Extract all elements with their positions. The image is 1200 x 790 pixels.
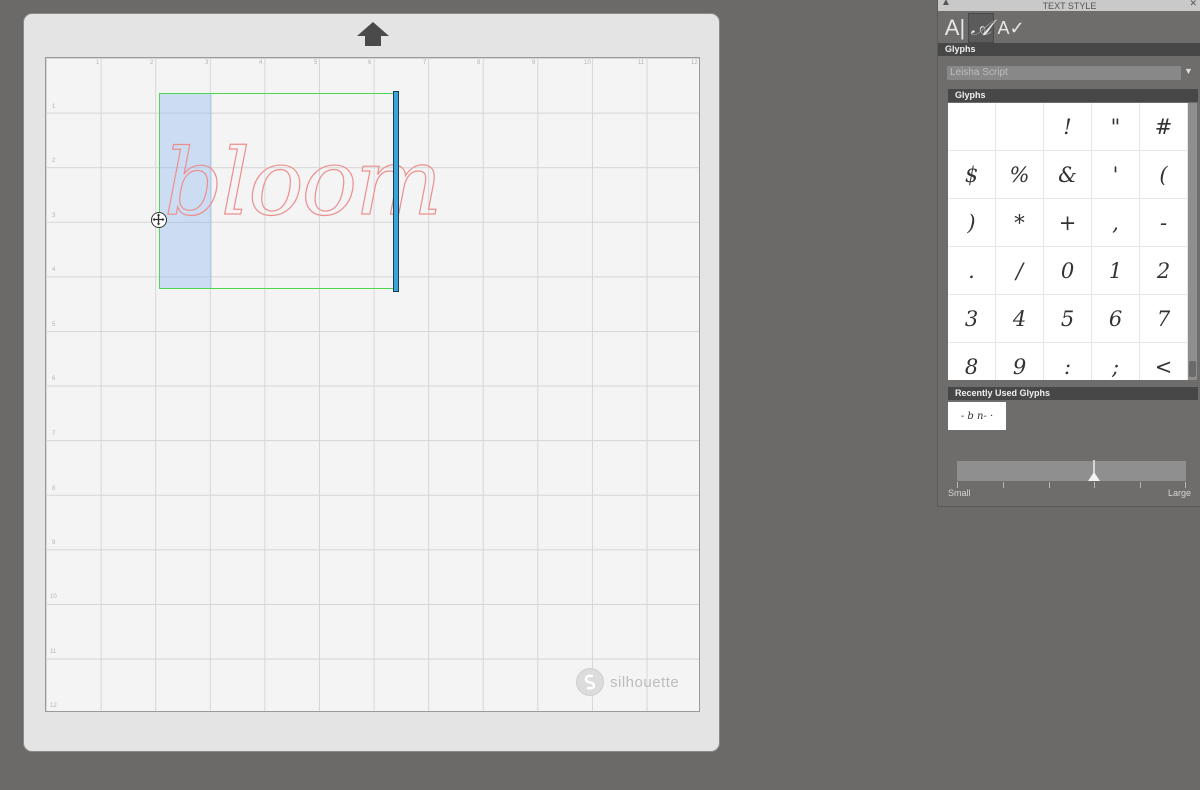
panel-tabs: A| 𝒜 A✓: [938, 11, 1200, 43]
font-name-select[interactable]: Leisha Script: [947, 66, 1181, 80]
glyphs-section-header: Glyphs: [938, 43, 1200, 56]
panel-header: ▲ TEXT STYLE ✕: [938, 0, 1200, 11]
ruler-left-5: 5: [52, 322, 56, 328]
ruler-top-12: 12: [691, 60, 698, 66]
ruler-left-2: 2: [52, 158, 56, 164]
glyph-cell[interactable]: 2: [1140, 247, 1188, 295]
ruler-left-1: 1: [52, 104, 56, 110]
ruler-top-6: 6: [368, 60, 372, 66]
ruler-top-7: 7: [423, 60, 427, 66]
glyph-cell[interactable]: 5: [1044, 295, 1092, 343]
glyph-cell[interactable]: %: [996, 151, 1044, 199]
glyph-size-slider[interactable]: [957, 461, 1186, 481]
glyph-size-slider-thumb-icon[interactable]: [1087, 460, 1101, 482]
silhouette-brand: silhouette: [576, 668, 679, 696]
move-handle-icon[interactable]: [151, 212, 167, 228]
ruler-left-11: 11: [50, 649, 57, 655]
glyph-cell[interactable]: +: [1044, 199, 1092, 247]
tab-glyphs-glyph: 𝒜: [970, 15, 992, 41]
glyph-cell[interactable]: #: [1140, 103, 1188, 151]
cutting-mat: 1 2 3 4 5 6 7 8 9 10 11 12 1 2 3 4 5 6 7…: [23, 13, 720, 752]
glyph-cell[interactable]: .: [948, 247, 996, 295]
silhouette-brand-name: silhouette: [610, 673, 680, 691]
size-tick: [1094, 482, 1095, 488]
text-style-panel: ▲ TEXT STYLE ✕ A| 𝒜 A✓ Glyphs Leisha Scr…: [937, 0, 1200, 507]
close-icon[interactable]: ✕: [1189, 0, 1197, 9]
glyph-cell[interactable]: 9: [996, 343, 1044, 380]
mat-grid[interactable]: 1 2 3 4 5 6 7 8 9 10 11 12 1 2 3 4 5 6 7…: [45, 57, 700, 712]
glyph-cell[interactable]: 6: [1092, 295, 1140, 343]
glyph-cell[interactable]: 4: [996, 295, 1044, 343]
glyph-cell[interactable]: ": [1092, 103, 1140, 151]
ruler-left-4: 4: [52, 267, 56, 273]
text-cursor-bar[interactable]: [393, 91, 399, 292]
ruler-top-5: 5: [314, 60, 318, 66]
ruler-left-12: 12: [50, 703, 57, 709]
glyph-cell[interactable]: 7: [1140, 295, 1188, 343]
glyph-cell[interactable]: -: [1140, 199, 1188, 247]
recent-glyphs-header: Recently Used Glyphs: [948, 387, 1198, 400]
glyph-cell[interactable]: [996, 103, 1044, 151]
tab-spelling-glyph: A✓: [997, 17, 1025, 38]
ruler-top-9: 9: [532, 60, 536, 66]
glyph-cell[interactable]: 1: [1092, 247, 1140, 295]
glyphs-tab-icon[interactable]: 𝒜: [968, 13, 994, 43]
glyph-cell[interactable]: &: [1044, 151, 1092, 199]
glyph-cell[interactable]: 8: [948, 343, 996, 380]
tab-text-style-glyph: A|: [944, 15, 966, 40]
panel-title: TEXT STYLE: [1042, 0, 1097, 11]
ruler-top-10: 10: [584, 60, 591, 66]
size-tick: [1003, 482, 1004, 488]
glyph-cell[interactable]: :: [1044, 343, 1092, 380]
glyph-cell[interactable]: 3: [948, 295, 996, 343]
size-tick: [1140, 482, 1141, 488]
font-dropdown-arrow-icon[interactable]: ▼: [1184, 66, 1193, 76]
text-style-tab-icon[interactable]: A|: [942, 13, 968, 43]
ruler-left-6: 6: [52, 376, 56, 382]
ruler-left-8: 8: [52, 486, 56, 492]
glyph-cell[interactable]: !: [1044, 103, 1092, 151]
glyph-cell[interactable]: $: [948, 151, 996, 199]
glyphs-grid-header: Glyphs: [948, 89, 1198, 102]
ruler-left-9: 9: [52, 540, 56, 546]
ruler-left-7: 7: [52, 431, 56, 437]
glyph-cell[interactable]: 0: [1044, 247, 1092, 295]
ruler-top-1: 1: [96, 60, 100, 66]
glyph-cell[interactable]: ;: [1092, 343, 1140, 380]
glyph-cell[interactable]: <: [1140, 343, 1188, 380]
ruler-top-2: 2: [150, 60, 154, 66]
ruler-left-3: 3: [52, 213, 56, 219]
size-max-label: Large: [1168, 488, 1192, 498]
silhouette-logo-icon: [576, 668, 604, 696]
glyph-cell[interactable]: /: [996, 247, 1044, 295]
ruler-top-4: 4: [259, 60, 263, 66]
glyph-cell[interactable]: ': [1092, 151, 1140, 199]
glyph-cell[interactable]: ,: [1092, 199, 1140, 247]
glyph-cell[interactable]: ): [948, 199, 996, 247]
glyph-cell[interactable]: (: [1140, 151, 1188, 199]
glyph-cell[interactable]: *: [996, 199, 1044, 247]
glyph-grid: ! " # $ % & ' ( ) * + , - . / 0 1 2 3 4 …: [948, 103, 1188, 380]
ruler-top-3: 3: [205, 60, 209, 66]
glyph-scrollbar-thumb[interactable]: [1189, 361, 1196, 377]
ruler-top-8: 8: [477, 60, 481, 66]
collapse-icon[interactable]: ▲: [941, 0, 951, 8]
glyph-grid-area: ! " # $ % & ' ( ) * + , - . / 0 1 2 3 4 …: [948, 103, 1188, 380]
spelling-tab-icon[interactable]: A✓: [997, 13, 1025, 43]
glyph-scrollbar[interactable]: [1188, 103, 1197, 380]
recent-glyphs-item[interactable]: - b n- ·: [948, 402, 1006, 430]
ruler-top-11: 11: [638, 60, 645, 66]
glyph-size-ticks: [957, 482, 1186, 488]
size-min-label: Small: [948, 488, 971, 498]
glyph-cell[interactable]: [948, 103, 996, 151]
feed-mat-arrow-icon[interactable]: [355, 20, 391, 48]
ruler-left-10: 10: [50, 594, 57, 600]
size-tick: [1049, 482, 1050, 488]
